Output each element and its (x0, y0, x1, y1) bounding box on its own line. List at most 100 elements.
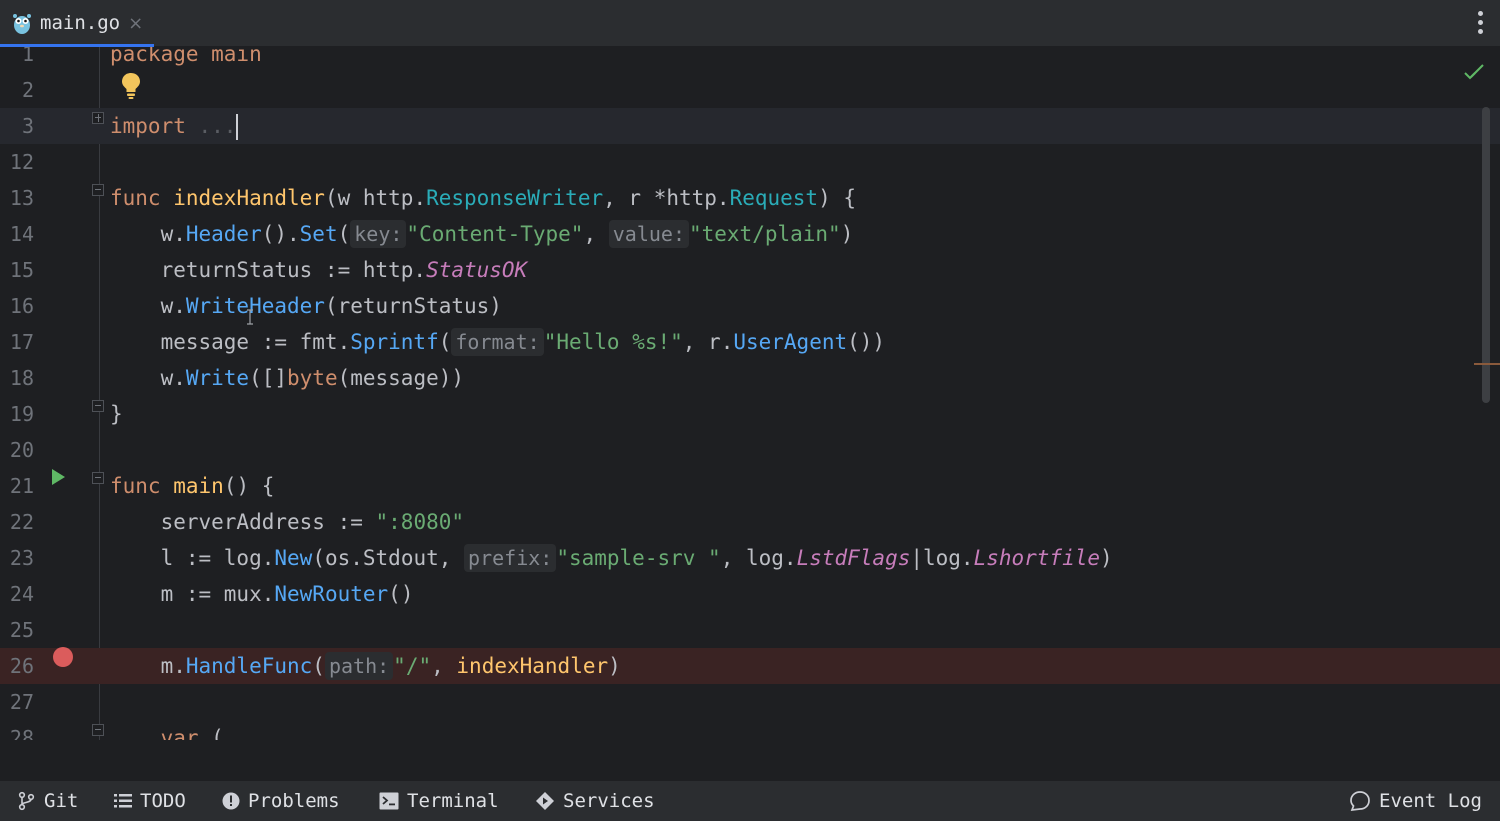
code-line[interactable]: 20 (0, 432, 1500, 468)
code-token: New (274, 546, 313, 570)
code-token: byte (287, 366, 338, 390)
parameter-hint: format: (451, 328, 544, 356)
code-token: () { (223, 474, 275, 498)
services-icon (536, 792, 554, 810)
event-log-button[interactable]: Event Log (1349, 781, 1482, 821)
code-token: |log. (910, 546, 974, 570)
code-line[interactable]: 26 m.HandleFunc(path: "/", indexHandler) (0, 648, 1500, 684)
code-token: message := fmt. (110, 330, 351, 354)
tab-main-go[interactable]: main.go × (0, 0, 154, 47)
code-line[interactable]: 12 (0, 144, 1500, 180)
line-number[interactable]: 1 (0, 47, 34, 72)
code-line[interactable]: 27 (0, 684, 1500, 720)
line-number[interactable]: 24 (0, 576, 34, 612)
code-line[interactable]: 23 l := log.New(os.Stdout, prefix: "sampl… (0, 540, 1500, 576)
line-number[interactable]: 27 (0, 684, 34, 720)
line-number[interactable]: 14 (0, 216, 34, 252)
line-number[interactable]: 3 (0, 108, 34, 144)
code-token: w. (110, 222, 186, 246)
code-token: "Hello %s!" (543, 330, 683, 354)
code-token: w. (110, 294, 186, 318)
code-line[interactable]: 15 returnStatus := http.StatusOK (0, 252, 1500, 288)
code-line[interactable]: 3 import ... (0, 108, 1500, 144)
fold-end-icon[interactable] (92, 400, 104, 412)
code-token: var (160, 726, 199, 740)
close-icon[interactable]: × (128, 13, 143, 34)
code-token: Request (729, 186, 819, 210)
terminal-button[interactable]: Terminal (379, 781, 499, 821)
code-line[interactable]: 16 w.WriteHeader(returnStatus) (0, 288, 1500, 324)
code-line[interactable]: 21 func main() { (0, 468, 1500, 504)
run-icon[interactable] (52, 469, 65, 485)
todo-button[interactable]: TODO (114, 781, 186, 821)
code-text: m.HandleFunc(path: "/", indexHandler) (110, 648, 621, 684)
error-stripe-marker[interactable] (1474, 363, 1500, 365)
services-label: Services (563, 790, 655, 812)
code-token: ResponseWriter (426, 186, 604, 210)
git-button[interactable]: Git (18, 781, 78, 821)
todo-label: TODO (140, 790, 186, 812)
line-number[interactable]: 26 (0, 648, 34, 684)
code-line[interactable]: 14 w.Header().Set(key: "Content-Type", va… (0, 216, 1500, 252)
fold-expand-icon[interactable] (92, 112, 104, 124)
lightbulb-icon[interactable] (120, 71, 142, 99)
code-line[interactable]: 18 w.Write([]byte(message)) (0, 360, 1500, 396)
code-line[interactable]: 1 package main (0, 47, 1500, 72)
tool-window-bar: Git TODO Problems Terminal Services Even… (0, 780, 1500, 821)
line-number[interactable]: 15 (0, 252, 34, 288)
code-line[interactable]: 13 func indexHandler(w http.ResponseWrite… (0, 180, 1500, 216)
code-line[interactable]: 22 serverAddress := ":8080" (0, 504, 1500, 540)
code-token: (w http. (324, 186, 427, 210)
code-line[interactable]: 2 (0, 72, 1500, 108)
code-text: var ( (110, 720, 224, 740)
code-editor[interactable]: 1 package main 2 3 import ... 12 13 func indexH… (0, 47, 1500, 740)
line-number[interactable]: 21 (0, 468, 34, 504)
code-line[interactable]: 28 var ( (0, 720, 1500, 740)
code-line[interactable]: 17 message := fmt.Sprintf(format: "Hello … (0, 324, 1500, 360)
code-token: ( (312, 654, 325, 678)
line-number[interactable]: 20 (0, 432, 34, 468)
line-number[interactable]: 23 (0, 540, 34, 576)
code-line[interactable]: 25 (0, 612, 1500, 648)
code-token: func (110, 186, 161, 210)
code-text: serverAddress := ":8080" (110, 504, 464, 540)
fold-collapse-icon[interactable] (92, 724, 104, 736)
code-token: Set (299, 222, 338, 246)
code-line[interactable]: 19} (0, 396, 1500, 432)
vertical-scrollbar[interactable] (1482, 107, 1490, 403)
line-number[interactable]: 22 (0, 504, 34, 540)
code-token: ( (198, 726, 224, 740)
code-text: package main (110, 47, 262, 72)
line-number[interactable]: 18 (0, 360, 34, 396)
line-number[interactable]: 12 (0, 144, 34, 180)
line-number[interactable]: 16 (0, 288, 34, 324)
code-token: func (110, 474, 161, 498)
problems-button[interactable]: Problems (222, 781, 340, 821)
more-options-icon[interactable] (1478, 11, 1484, 34)
line-number[interactable]: 13 (0, 180, 34, 216)
code-token: , (583, 222, 609, 246)
check-icon[interactable] (1462, 61, 1486, 85)
code-line[interactable]: 24 m := mux.NewRouter() (0, 576, 1500, 612)
line-number[interactable]: 28 (0, 720, 34, 740)
line-number[interactable]: 2 (0, 72, 34, 108)
fold-collapse-icon[interactable] (92, 472, 104, 484)
services-button[interactable]: Services (535, 781, 655, 821)
fold-collapse-icon[interactable] (92, 184, 104, 196)
parameter-hint: key: (350, 220, 407, 248)
line-number[interactable]: 17 (0, 324, 34, 360)
line-number[interactable]: 25 (0, 612, 34, 648)
git-branch-icon (18, 791, 35, 811)
code-token: (returnStatus) (324, 294, 502, 318)
code-token: Sprintf (350, 330, 439, 354)
line-number[interactable]: 19 (0, 396, 34, 432)
breakpoint-icon[interactable] (53, 647, 73, 667)
code-token: , (431, 654, 457, 678)
code-text: w.Write([]byte(message)) (110, 360, 464, 396)
code-token: StatusOK (426, 258, 528, 282)
code-token: ) { (818, 186, 857, 210)
gopher-icon (13, 14, 31, 34)
code-token: "/" (393, 654, 432, 678)
